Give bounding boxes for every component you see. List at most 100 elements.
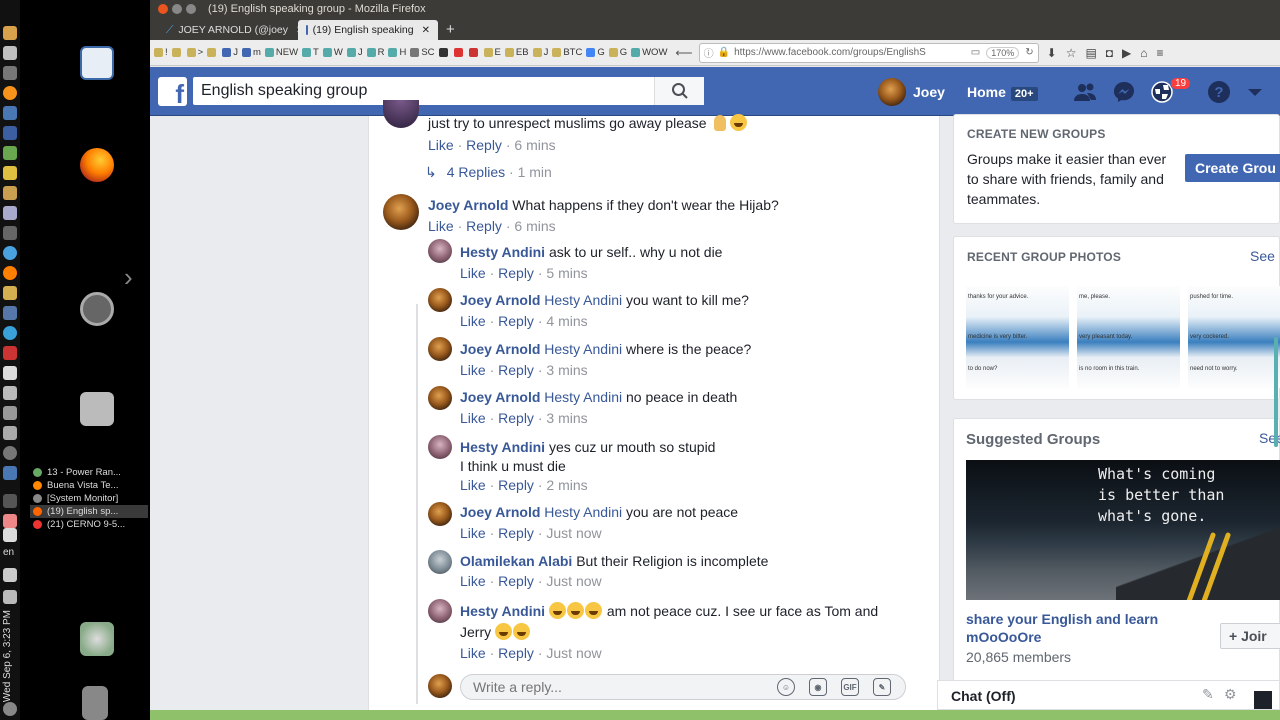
help-icon[interactable]: ? [1207, 80, 1231, 104]
like-link[interactable]: Like [460, 573, 486, 589]
reply-link[interactable]: Reply [498, 477, 534, 493]
chevron-right-icon[interactable]: › [124, 262, 133, 293]
scrollbar[interactable] [1272, 182, 1280, 447]
usb-icon[interactable] [3, 406, 17, 420]
view-replies[interactable]: ↳ 4 Replies · 1 min [425, 164, 552, 181]
bookmark[interactable]: J [222, 47, 238, 58]
bookmark[interactable]: J [346, 47, 363, 58]
bookmark[interactable] [453, 48, 465, 57]
power-icon[interactable] [3, 702, 17, 716]
trash-icon[interactable] [82, 686, 108, 720]
reply-link[interactable]: Reply [498, 313, 534, 329]
bookmark[interactable]: H [388, 47, 406, 58]
firefox-icon[interactable] [80, 148, 114, 182]
youtube-extension-icon[interactable]: ▶ [1122, 46, 1131, 60]
monitor-icon[interactable] [3, 206, 17, 220]
like-link[interactable]: Like [460, 362, 486, 378]
avatar[interactable] [428, 435, 452, 459]
pocket-icon[interactable]: ◘ [1106, 46, 1113, 60]
chat-toggle-icon[interactable] [1254, 691, 1272, 709]
reload-icon[interactable]: ↻ [1025, 47, 1033, 58]
archive-manager-icon[interactable] [80, 392, 114, 426]
tagged-user[interactable]: Hesty Andini [544, 341, 622, 357]
commenter-name[interactable]: Joey Arnold [428, 197, 508, 213]
reply-link[interactable]: Reply [498, 645, 534, 661]
window-list-item[interactable]: (19) English sp... [30, 505, 148, 518]
chevron-down-icon[interactable] [1243, 80, 1267, 104]
like-link[interactable]: Like [460, 265, 486, 281]
like-link[interactable]: Like [460, 645, 486, 661]
friend-requests-icon[interactable] [1073, 80, 1097, 104]
bitcoin-icon[interactable] [3, 86, 17, 100]
bookmark[interactable]: E [483, 47, 501, 58]
join-group-button[interactable]: + Joir [1220, 623, 1280, 649]
reply-link[interactable]: Reply [466, 137, 502, 153]
reply-input[interactable] [461, 679, 777, 695]
vlc-small-icon[interactable] [3, 514, 17, 528]
bookmark[interactable]: NEW [264, 47, 298, 58]
tab-joey-arnold[interactable]: ⟋ JOEY ARNOLD (@joey ✕ [158, 20, 298, 40]
ubuntu-icon[interactable] [80, 292, 114, 326]
library-icon[interactable]: ▤ [1085, 46, 1096, 60]
group-photo[interactable]: thanks for your advice. medicine is very … [966, 286, 1069, 388]
tagged-user[interactable]: Hesty Andini [544, 292, 622, 308]
bookmark[interactable]: R [366, 47, 384, 58]
image-app-icon[interactable] [3, 306, 17, 320]
document-icon[interactable] [80, 46, 114, 80]
facebook-logo-icon[interactable]: f [158, 77, 187, 106]
tagged-user[interactable]: Hesty Andini [544, 504, 622, 520]
like-link[interactable]: Like [428, 218, 454, 234]
firefox-small-icon[interactable] [3, 266, 17, 280]
terminal-icon[interactable] [3, 66, 17, 80]
browser-icon[interactable] [3, 246, 17, 260]
chrome-icon[interactable] [3, 326, 17, 340]
bookmark-star-icon[interactable]: ☆ [1066, 46, 1077, 60]
home-link[interactable]: Home 20+ [967, 84, 1038, 101]
commenter-name[interactable]: Hesty Andini [460, 603, 545, 619]
reader-view-icon[interactable]: ▭ [971, 47, 980, 58]
bookmark[interactable]: G [586, 47, 605, 58]
url-bar[interactable]: ⓘ 🔒 https://www.facebook.com/groups/Engl… [698, 42, 1039, 63]
commenter-name[interactable]: Olamilekan Alabi [460, 553, 572, 569]
suggested-group-cover[interactable]: What's coming is better than what's gone… [966, 460, 1280, 600]
like-link[interactable]: Like [460, 525, 486, 541]
wifi-icon[interactable] [3, 528, 17, 542]
create-group-button[interactable]: Create Grou [1185, 154, 1280, 182]
avatar[interactable] [428, 288, 452, 312]
bookmark[interactable]: > [186, 47, 203, 58]
reply-link[interactable]: Reply [498, 410, 534, 426]
grid-app-icon[interactable] [3, 166, 17, 180]
horizontal-scrollbar[interactable] [150, 710, 1280, 720]
bookmark[interactable] [171, 48, 183, 57]
search-input[interactable] [193, 77, 654, 105]
new-tab-button[interactable]: + [438, 20, 463, 40]
window-list-item[interactable]: [System Monitor] [30, 492, 148, 505]
profile-link[interactable]: Joey [878, 78, 945, 106]
window-list-item[interactable]: (21) CERNO 9-5... [30, 518, 148, 531]
commenter-name[interactable]: Joey Arnold [460, 292, 540, 308]
scrollbar-thumb[interactable] [1274, 337, 1278, 447]
reply-link[interactable]: Reply [466, 218, 502, 234]
bookmark[interactable]: m [241, 47, 261, 58]
avatar[interactable] [428, 386, 452, 410]
avatar[interactable] [428, 502, 452, 526]
like-link[interactable]: Like [460, 410, 486, 426]
camera-icon[interactable]: ◉ [809, 678, 827, 696]
gif-icon[interactable]: GIF [841, 678, 859, 696]
back-icon[interactable]: ⟵ [675, 46, 692, 60]
suggested-group-name[interactable]: share your English and learn mOoOoOre [966, 610, 1186, 646]
like-link[interactable]: Like [460, 477, 486, 493]
bluetooth-small-icon[interactable] [3, 494, 17, 508]
replies-link[interactable]: 4 Replies [447, 164, 505, 180]
gamepad-icon[interactable] [3, 426, 17, 440]
zoom-level[interactable]: 170% [986, 46, 1020, 59]
user-icon[interactable] [80, 622, 114, 656]
commenter-name[interactable]: Joey Arnold [460, 389, 540, 405]
dropbox-icon[interactable] [3, 386, 17, 400]
download-icon[interactable]: ⬇ [1047, 46, 1057, 60]
search-button[interactable] [654, 77, 704, 105]
avatar[interactable] [428, 337, 452, 361]
bookmark[interactable]: SC [410, 47, 435, 58]
bookmark[interactable]: EB [504, 47, 529, 58]
reply-link[interactable]: Reply [498, 362, 534, 378]
